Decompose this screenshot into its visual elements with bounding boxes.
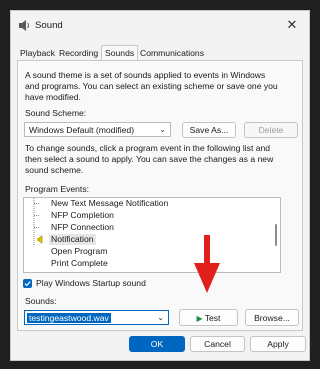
sound-file-select[interactable]: testingeastwood.wav ⌄ xyxy=(24,310,169,325)
intro-text-line: A sound theme is a set of sounds applied… xyxy=(25,70,266,80)
play-icon: ▶ xyxy=(196,314,203,323)
scrollbar-thumb[interactable] xyxy=(275,224,277,246)
event-label: NFP Connection xyxy=(51,222,114,232)
title-bar: Sound ✕ xyxy=(11,11,309,41)
event-label: Notification xyxy=(49,234,96,245)
save-as-button[interactable]: Save As... xyxy=(182,122,236,138)
list-item[interactable]: New Text Message Notification xyxy=(24,198,272,209)
delete-button[interactable]: Delete xyxy=(244,122,298,138)
event-label: NFP Completion xyxy=(51,210,114,220)
tree-connector-icon xyxy=(33,210,39,221)
ok-button[interactable]: OK xyxy=(129,336,185,352)
event-label: Print Complete xyxy=(51,258,108,268)
tab-communications[interactable]: Communications xyxy=(137,47,207,60)
test-label: Test xyxy=(204,313,221,323)
apply-button[interactable]: Apply xyxy=(250,336,306,352)
tree-connector-icon xyxy=(33,222,39,233)
sound-scheme-value: Windows Default (modified) xyxy=(29,125,135,135)
sound-dialog: Sound ✕ Playback Recording Sounds Commun… xyxy=(10,10,310,361)
program-events-label: Program Events: xyxy=(25,184,89,194)
list-item[interactable]: Notification xyxy=(24,234,272,245)
list-item[interactable]: NFP Completion xyxy=(24,210,272,221)
event-label: New Text Message Notification xyxy=(51,198,169,208)
list-item[interactable]: Open Program xyxy=(24,246,272,257)
list-item[interactable]: Print Complete xyxy=(24,258,272,269)
checkmark-icon xyxy=(24,281,31,287)
sounds-label: Sounds: xyxy=(25,296,57,306)
chevron-down-icon: ⌄ xyxy=(157,313,164,322)
startup-sound-label: Play Windows Startup sound xyxy=(36,278,146,288)
sound-scheme-label: Sound Scheme: xyxy=(25,108,87,118)
chevron-down-icon: ⌄ xyxy=(159,125,166,134)
close-button[interactable]: ✕ xyxy=(275,11,309,39)
sounds-tab-panel: A sound theme is a set of sounds applied… xyxy=(17,60,303,331)
test-button[interactable]: ▶ Test xyxy=(179,309,238,326)
program-events-list[interactable]: New Text Message Notification NFP Comple… xyxy=(23,197,281,273)
list-item[interactable]: NFP Connection xyxy=(24,222,272,233)
event-label: Open Program xyxy=(51,246,108,256)
window-title: Sound xyxy=(35,20,63,31)
tab-playback[interactable]: Playback xyxy=(17,47,58,60)
startup-sound-checkbox[interactable] xyxy=(23,279,32,288)
speaker-icon xyxy=(19,20,29,31)
tab-recording[interactable]: Recording xyxy=(56,47,101,60)
browse-button[interactable]: Browse... xyxy=(245,309,299,326)
sound-scheme-select[interactable]: Windows Default (modified) ⌄ xyxy=(24,122,171,137)
intro-text-line: have modified. xyxy=(25,92,81,102)
close-icon: ✕ xyxy=(286,17,298,32)
instruction-text-line: then select a sound to apply. You can sa… xyxy=(25,154,274,164)
cancel-button[interactable]: Cancel xyxy=(190,336,245,352)
speaker-icon xyxy=(33,234,43,245)
tree-connector-icon xyxy=(33,198,39,209)
instruction-text-line: sound scheme. xyxy=(25,165,84,175)
instruction-text-line: To change sounds, click a program event … xyxy=(25,143,271,153)
sound-file-value: testingeastwood.wav xyxy=(27,313,111,323)
intro-text-line: and programs. You can select an existing… xyxy=(25,81,278,91)
annotation-arrow-icon xyxy=(194,235,220,293)
